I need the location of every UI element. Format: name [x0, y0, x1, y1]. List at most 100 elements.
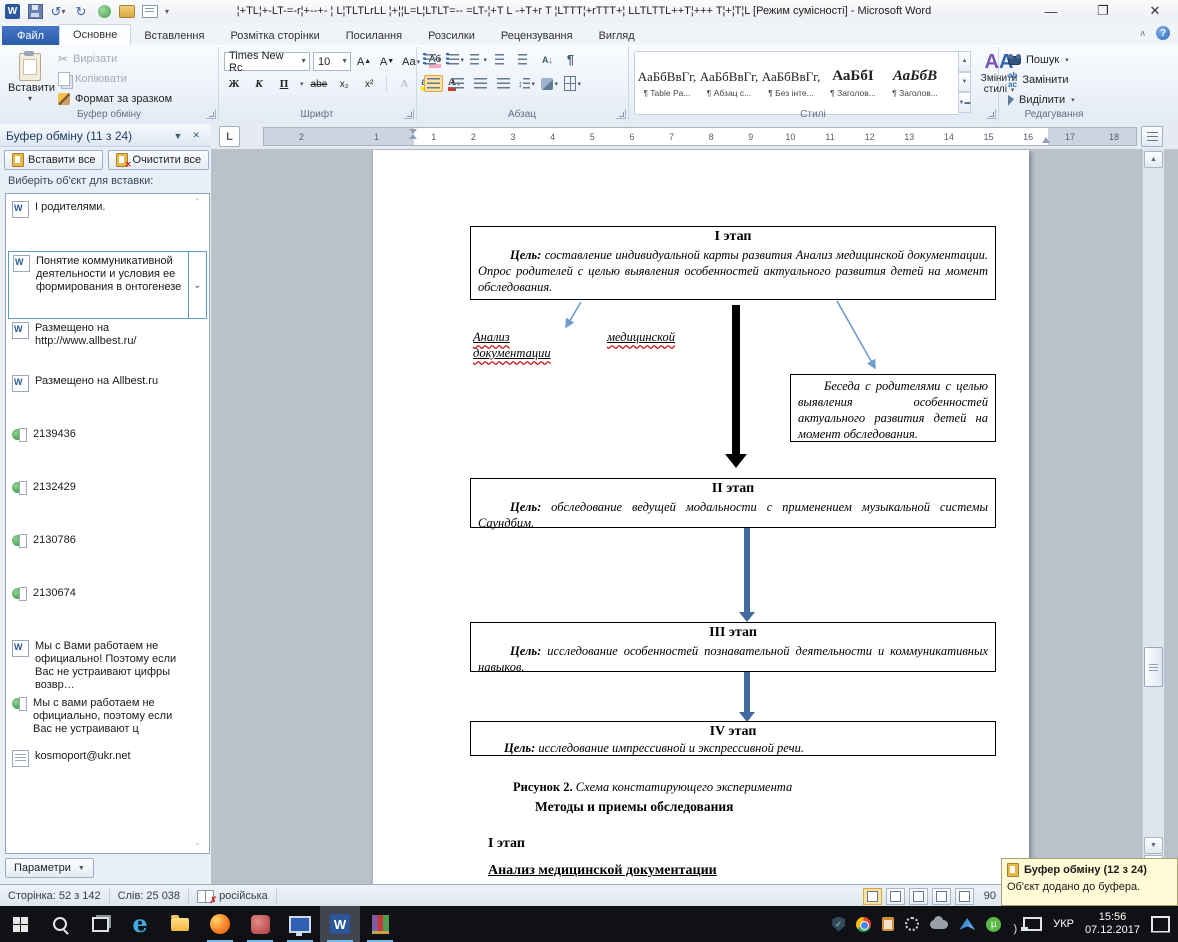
superscript-button[interactable]: x²: [359, 75, 379, 93]
style-card[interactable]: АаБбВвГг, ¶ Абзац с...: [699, 55, 759, 111]
remote-desktop-button[interactable]: [280, 906, 320, 942]
align-center-button[interactable]: [449, 76, 466, 91]
align-right-button[interactable]: [472, 76, 489, 91]
scrollbar-thumb[interactable]: [1144, 647, 1163, 687]
document-page[interactable]: I этап Цель: составление индивидуальной …: [373, 150, 1029, 884]
multilevel-list-button[interactable]: ▾: [470, 52, 487, 67]
firefox-button[interactable]: [200, 906, 240, 942]
vertical-scrollbar[interactable]: ▲ ▼ ▲▲ ●: [1142, 149, 1164, 884]
text-effects-button[interactable]: А: [394, 75, 414, 93]
qat-customize-dropdown[interactable]: ▾: [165, 7, 169, 16]
italic-button[interactable]: К: [249, 75, 269, 93]
onedrive-cloud-icon[interactable]: [930, 920, 948, 929]
clipboard-list-item[interactable]: Размещено на http://www.allbest.ru/: [8, 319, 207, 372]
format-painter-button[interactable]: Формат за зразком: [58, 91, 172, 107]
decrease-indent-button[interactable]: [493, 52, 510, 67]
undo-button[interactable]: ↺▾: [50, 3, 66, 19]
search-button[interactable]: [40, 906, 80, 942]
copy-button[interactable]: Копіювати: [58, 71, 172, 87]
style-card[interactable]: АаБбВвГг, ¶ Без інте...: [761, 55, 821, 111]
zoom-level[interactable]: 90: [978, 890, 996, 902]
font-size-combo[interactable]: 10▼: [313, 52, 351, 71]
clipboard-tray-icon[interactable]: [882, 917, 894, 931]
borders-button[interactable]: ▾: [564, 76, 581, 91]
word-taskbar-button[interactable]: W: [320, 906, 360, 942]
clipboard-list-item[interactable]: Мы с Вами работаем не официально! Поэтом…: [8, 637, 207, 694]
bold-button[interactable]: Ж: [224, 75, 244, 93]
winrar-button[interactable]: [360, 906, 400, 942]
web-layout-view-button[interactable]: [909, 888, 928, 905]
network-icon[interactable]: [1023, 917, 1042, 931]
macro-button[interactable]: [96, 3, 112, 19]
paste-button[interactable]: Вставити ▾: [8, 50, 52, 110]
style-card[interactable]: АаБбВвГг, ¶ Table Pa...: [637, 55, 697, 111]
language-indicator[interactable]: російська: [189, 885, 276, 907]
ribbon-tab[interactable]: Вигляд: [586, 26, 648, 45]
style-card[interactable]: АаБбІ ¶ Заголов...: [823, 55, 883, 111]
antivirus-shield-icon[interactable]: ✓: [832, 917, 845, 932]
clipboard-list-item[interactable]: kosmoport@ukr.net: [8, 747, 207, 800]
shrink-font-button[interactable]: А▼: [377, 53, 397, 71]
save-button[interactable]: [27, 3, 43, 19]
clipboard-list-item[interactable]: 2139436: [8, 425, 207, 478]
gallery-down-icon[interactable]: ▼: [958, 72, 971, 93]
ribbon-tab[interactable]: Рецензування: [488, 26, 586, 45]
paragraph-dialog-launcher[interactable]: [616, 109, 626, 119]
style-card[interactable]: АаБбВ ¶ Заголов...: [885, 55, 945, 111]
replace-button[interactable]: abacЗамінити: [1008, 72, 1069, 88]
edge-button[interactable]: e: [120, 906, 160, 942]
scroll-down-icon[interactable]: ▼: [1144, 837, 1163, 854]
minimize-ribbon-icon[interactable]: ∧: [1139, 28, 1146, 39]
gallery-up-icon[interactable]: ▲: [958, 51, 971, 72]
pane-close-icon[interactable]: ✕: [187, 130, 205, 141]
page-count[interactable]: Сторінка: 52 з 142: [0, 885, 109, 907]
minimize-button[interactable]: —: [1038, 4, 1064, 19]
drive-app-icon[interactable]: [959, 918, 975, 930]
ruler-toggle-button[interactable]: [1141, 126, 1163, 147]
restore-button[interactable]: ❐: [1090, 3, 1116, 19]
underline-button[interactable]: П: [274, 75, 294, 93]
increase-indent-button[interactable]: [516, 52, 533, 67]
shading-button[interactable]: ▾: [541, 76, 558, 91]
help-icon[interactable]: ?: [1156, 26, 1170, 40]
grow-font-button[interactable]: А▲: [354, 53, 374, 71]
scroll-up-icon[interactable]: ▲: [1144, 151, 1163, 168]
paste-all-button[interactable]: Вставити все: [4, 150, 103, 170]
task-view-button[interactable]: [80, 906, 120, 942]
find-button[interactable]: Пошук▾: [1008, 52, 1069, 68]
utorrent-icon[interactable]: µ: [986, 917, 1001, 932]
red-app-button[interactable]: [240, 906, 280, 942]
fullscreen-view-button[interactable]: [886, 888, 905, 905]
file-explorer-button[interactable]: [160, 906, 200, 942]
close-button[interactable]: ✕: [1142, 3, 1168, 19]
clipboard-list-item[interactable]: Размещено на Allbest.ru: [8, 372, 207, 425]
redo-button[interactable]: ↻: [73, 3, 89, 19]
cut-button[interactable]: ✂Вирізати: [58, 51, 172, 67]
ribbon-tab[interactable]: Вставлення: [131, 26, 217, 45]
clipboard-list-item[interactable]: Понятие коммуникативной деятельности и у…: [8, 251, 207, 319]
ribbon-tab[interactable]: Розмітка сторінки: [217, 26, 332, 45]
strikethrough-button[interactable]: abе: [309, 75, 330, 93]
ribbon-tab[interactable]: Файл: [2, 26, 59, 45]
numbering-button[interactable]: ▾: [447, 52, 464, 67]
action-center-icon[interactable]: [1151, 916, 1170, 933]
clipboard-dialog-launcher[interactable]: [206, 109, 216, 119]
justify-button[interactable]: [495, 76, 512, 91]
outline-view-button[interactable]: [932, 888, 951, 905]
show-marks-button[interactable]: ¶: [562, 52, 579, 67]
clipboard-list-item[interactable]: І родителями.: [8, 198, 207, 251]
line-spacing-button[interactable]: ↕▾: [518, 76, 535, 91]
options-button[interactable]: Параметри▼: [5, 858, 94, 878]
tab-selector[interactable]: L: [219, 126, 240, 147]
start-button[interactable]: [0, 906, 40, 942]
pane-menu-icon[interactable]: ▼: [169, 131, 188, 141]
clipboard-list-item[interactable]: Мы с вами работаем не официально, поэтом…: [8, 694, 207, 747]
underline-dropdown-icon[interactable]: ▾: [300, 80, 304, 88]
clipboard-list-item[interactable]: 2130674: [8, 584, 207, 637]
chrome-icon[interactable]: [856, 917, 871, 932]
layout-button[interactable]: [142, 3, 158, 19]
right-indent-marker[interactable]: [1042, 137, 1050, 143]
font-name-combo[interactable]: Times New Rc▼: [224, 52, 310, 71]
list-scroll-down-icon[interactable]: ⌄: [193, 837, 201, 848]
bullets-button[interactable]: ▾: [424, 52, 441, 67]
